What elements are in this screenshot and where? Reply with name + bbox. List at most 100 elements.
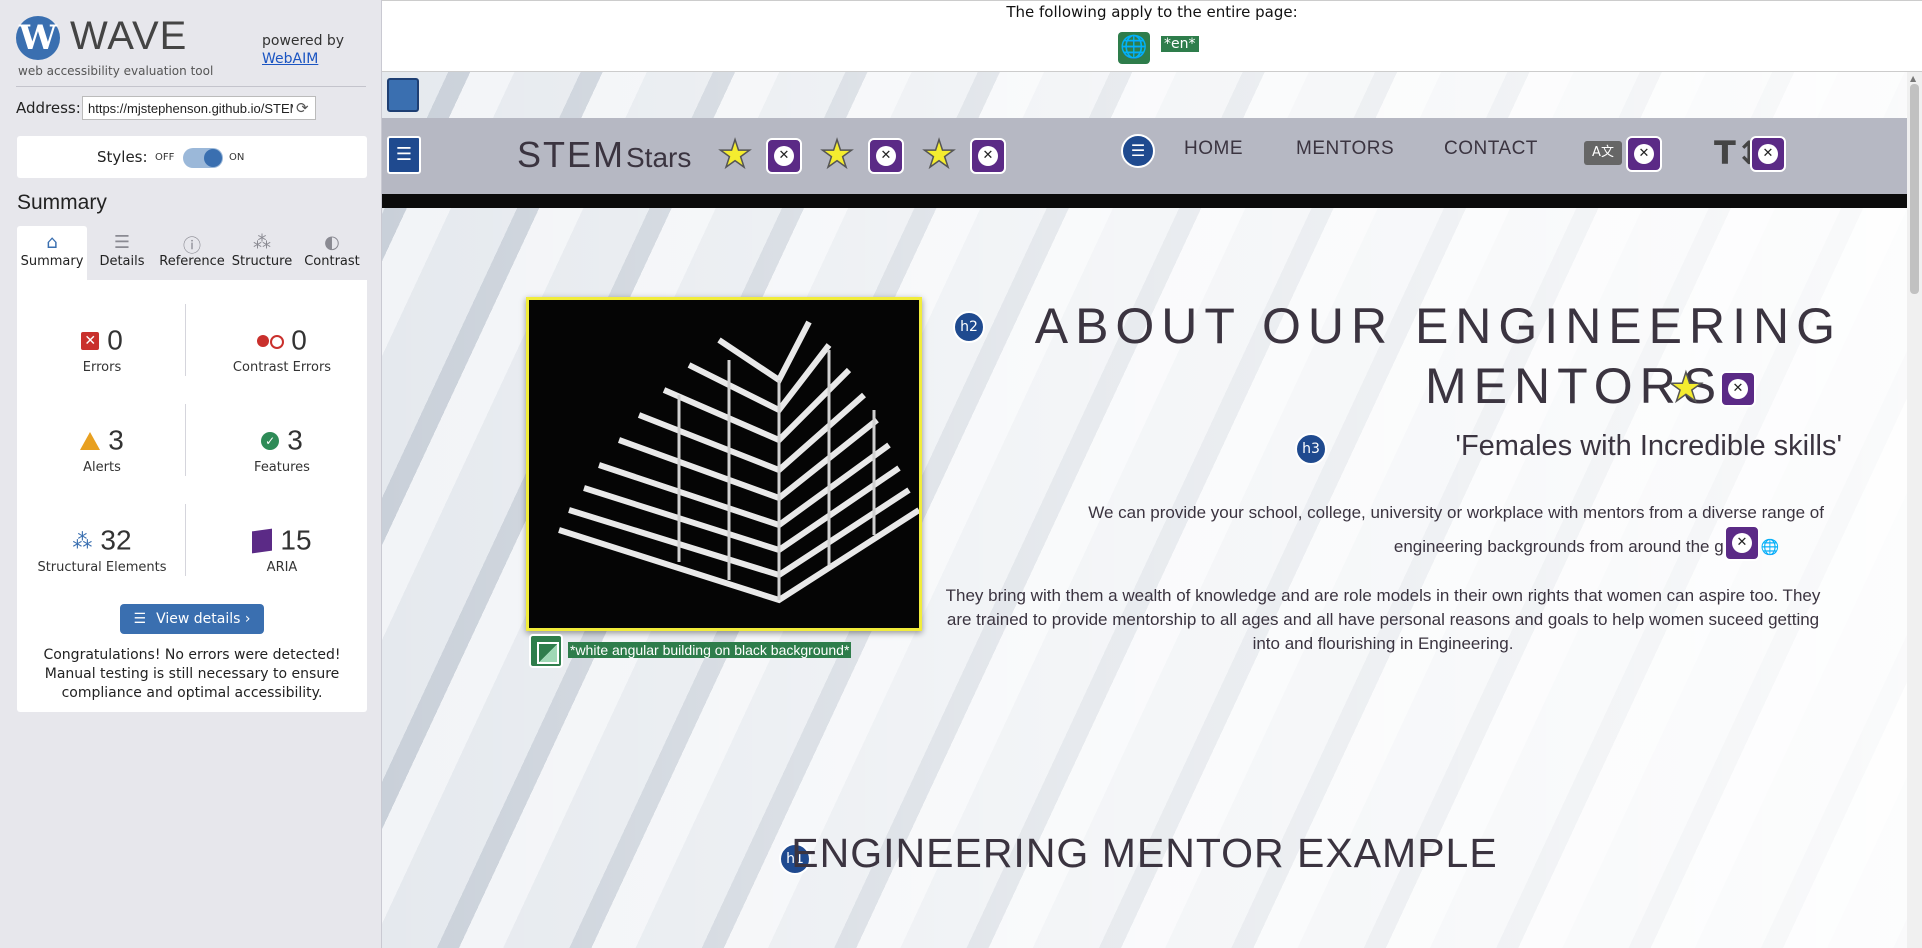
tab-label: Details bbox=[99, 254, 145, 269]
home-icon: ⌂ bbox=[46, 232, 58, 253]
page-scrollbar[interactable]: ▲ bbox=[1907, 72, 1922, 948]
structural-label: Structural Elements bbox=[37, 560, 167, 575]
aria-hidden-icon[interactable] bbox=[1724, 525, 1760, 561]
view-details-label: View details › bbox=[156, 611, 251, 627]
alt-text-label: *white angular building on black backgro… bbox=[568, 642, 852, 658]
brand-stem[interactable]: STEM bbox=[517, 134, 625, 176]
tab-details[interactable]: ☰ Details bbox=[87, 226, 157, 280]
structural-count: 32 bbox=[100, 524, 132, 556]
metric-errors[interactable]: ✕ 0 Errors bbox=[17, 322, 187, 396]
styles-toggle-box: Styles: OFF ON bbox=[17, 136, 367, 178]
nav-home[interactable]: HOME bbox=[1184, 138, 1243, 160]
site-navbar: ☰ STEM Stars ★ ★ ★ ☰ HOME MENTORS CONTAC… bbox=[382, 118, 1907, 194]
wave-tagline: web accessibility evaluation tool bbox=[18, 64, 214, 78]
translate-icon[interactable]: A文 bbox=[1584, 141, 1622, 165]
alert-star-icon[interactable]: ★ bbox=[1667, 367, 1704, 409]
aria-label: ARIA bbox=[266, 560, 298, 575]
address-row: Address: ⟳ bbox=[16, 96, 366, 120]
aria-icon bbox=[252, 528, 273, 553]
errors-count: 0 bbox=[107, 324, 123, 356]
panel-tabs: ⌂ Summary ☰ Details ⓘ Reference ⁂ Struct… bbox=[17, 226, 367, 280]
evaluated-page: The following apply to the entire page: … bbox=[382, 0, 1922, 948]
alert-star-icon[interactable]: ★ bbox=[717, 133, 753, 175]
contrast-errors-count: 0 bbox=[291, 324, 307, 356]
metric-contrast-errors[interactable]: 0 Contrast Errors bbox=[197, 322, 367, 396]
nav-mentors[interactable]: MENTORS bbox=[1296, 138, 1394, 160]
alert-star-icon[interactable]: ★ bbox=[921, 133, 957, 175]
alt-text-icon[interactable] bbox=[529, 634, 563, 668]
tab-label: Structure bbox=[231, 254, 293, 269]
tab-label: Contrast bbox=[304, 254, 360, 269]
intro-line2: engineering backgrounds from around the … bbox=[1393, 537, 1756, 556]
intro-paragraph: We can provide your school, college, uni… bbox=[942, 496, 1824, 565]
navbar-border bbox=[382, 194, 1907, 208]
divider bbox=[16, 86, 366, 87]
contrast-icon: ◐ bbox=[324, 232, 340, 253]
contrast-errors-label: Contrast Errors bbox=[232, 360, 332, 375]
metric-aria[interactable]: 15 ARIA bbox=[197, 522, 367, 596]
metric-structural[interactable]: ⁂ 32 Structural Elements bbox=[17, 522, 187, 596]
header-region-icon[interactable]: ☰ bbox=[387, 136, 421, 174]
errors-label: Errors bbox=[82, 360, 122, 375]
aria-hidden-icon[interactable] bbox=[1626, 136, 1662, 172]
language-globe-icon[interactable]: 🌐 bbox=[1118, 32, 1150, 64]
tab-label: Reference bbox=[159, 254, 225, 269]
scroll-up-icon[interactable]: ▲ bbox=[1910, 74, 1916, 83]
alert-star-icon[interactable]: ★ bbox=[819, 133, 855, 175]
subtitle-heading: 'Females with Incredible skills' bbox=[1455, 430, 1842, 462]
about-heading: ABOUT OUR ENGINEERING MENTORS bbox=[942, 296, 1842, 416]
divider bbox=[185, 504, 186, 576]
view-details-button[interactable]: ☰ View details › bbox=[120, 604, 264, 634]
brand-stars[interactable]: Stars bbox=[626, 142, 691, 174]
features-count: 3 bbox=[287, 424, 303, 456]
wave-region-icon[interactable] bbox=[387, 78, 419, 112]
globe-icon: 🌐 bbox=[1760, 539, 1780, 556]
congrats-message: Congratulations! No errors were detected… bbox=[43, 647, 341, 701]
about-heading-line1: ABOUT OUR ENGINEERING bbox=[1034, 298, 1842, 354]
powered-by: powered by WebAIM bbox=[262, 32, 344, 68]
toggle-knob bbox=[204, 149, 222, 167]
wave-sidebar: W WAVE web accessibility evaluation tool… bbox=[0, 0, 382, 948]
alert-icon bbox=[80, 431, 101, 450]
aria-hidden-icon[interactable] bbox=[1750, 136, 1786, 172]
metric-alerts[interactable]: 3 Alerts bbox=[17, 422, 187, 496]
address-input[interactable] bbox=[82, 96, 316, 120]
wave-title: WAVE bbox=[70, 14, 188, 58]
tab-reference[interactable]: ⓘ Reference bbox=[157, 226, 227, 280]
feature-check-icon: ✓ bbox=[261, 431, 280, 450]
metric-features[interactable]: ✓ 3 Features bbox=[197, 422, 367, 496]
alerts-count: 3 bbox=[108, 424, 124, 456]
styles-label: Styles: bbox=[97, 148, 148, 166]
wave-brand: W WAVE web accessibility evaluation tool… bbox=[16, 14, 376, 82]
styles-off-label: OFF bbox=[155, 152, 175, 163]
summary-heading: Summary bbox=[17, 191, 107, 214]
aria-hidden-icon[interactable] bbox=[1720, 371, 1756, 407]
contrast-error-icon bbox=[257, 334, 285, 349]
tab-contrast[interactable]: ◐ Contrast bbox=[297, 226, 367, 280]
divider bbox=[185, 404, 186, 476]
styles-toggle[interactable] bbox=[183, 148, 223, 168]
nav-list-icon[interactable]: ☰ bbox=[1121, 134, 1155, 168]
aria-hidden-icon[interactable] bbox=[970, 138, 1006, 174]
alerts-label: Alerts bbox=[83, 460, 121, 475]
reload-icon[interactable]: ⟳ bbox=[296, 99, 309, 117]
powered-by-label: powered by bbox=[262, 33, 345, 49]
error-icon: ✕ bbox=[81, 331, 100, 350]
tab-summary[interactable]: ⌂ Summary bbox=[17, 226, 87, 280]
nav-contact[interactable]: CONTACT bbox=[1444, 138, 1538, 160]
divider bbox=[185, 304, 186, 376]
aria-hidden-icon[interactable] bbox=[766, 138, 802, 174]
example-heading: ENGINEERING MENTOR EXAMPLE bbox=[791, 830, 1498, 876]
summary-panel: ⌂ Summary ☰ Details ⓘ Reference ⁂ Struct… bbox=[17, 226, 367, 712]
language-tag: *en* bbox=[1161, 36, 1199, 52]
aria-hidden-icon[interactable] bbox=[868, 138, 904, 174]
page-apply-text: The following apply to the entire page: bbox=[1006, 3, 1298, 21]
info-icon: ⓘ bbox=[183, 236, 201, 257]
address-label: Address: bbox=[16, 99, 81, 117]
webaim-link[interactable]: WebAIM bbox=[262, 51, 318, 67]
styles-on-label: ON bbox=[229, 152, 245, 163]
tab-label: Summary bbox=[20, 254, 84, 269]
structure-icon: ⁂ bbox=[72, 528, 93, 553]
tab-structure[interactable]: ⁂ Structure bbox=[227, 226, 297, 280]
scroll-thumb[interactable] bbox=[1910, 84, 1919, 294]
